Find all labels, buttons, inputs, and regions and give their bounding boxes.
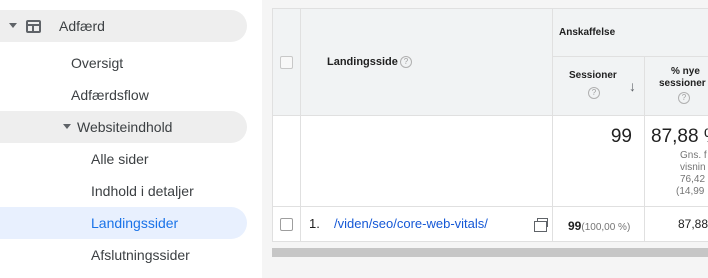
nav-item-behavior-flow[interactable]: Adfærdsflow — [0, 79, 247, 111]
header-sessions[interactable]: Sessioner ? ↓ — [553, 57, 645, 116]
table-row-sessions-cell: 99(100,00 %) — [553, 207, 645, 242]
header-landing-page-label: Landingsside — [327, 56, 398, 68]
nav-item-landing-pages-label: Landingssider — [91, 215, 179, 231]
row-sessions-pct: (100,00 %) — [581, 222, 631, 233]
row-checkbox[interactable] — [280, 218, 293, 231]
sidebar-nav: Adfærd Oversigt Adfærdsflow Websiteindho… — [0, 0, 262, 278]
nav-item-exit-pages-label: Afslutningssider — [91, 247, 190, 263]
header-new-sessions-label-2: sessioner — [659, 78, 706, 89]
summary-avg-line-4: (14,99 — [676, 186, 705, 197]
nav-item-all-pages-label: Alle sider — [91, 151, 149, 167]
header-sessions-label: Sessioner — [569, 70, 617, 81]
landing-pages-table: Landingsside ? Anskaffelse Sessioner ? ↓… — [272, 8, 708, 242]
summary-new-sessions-cell: 87,88 % Gns. f visnin 76,42 (14,99 — [645, 116, 708, 207]
report-content: Landingsside ? Anskaffelse Sessioner ? ↓… — [262, 0, 708, 278]
nav-item-overview-label: Oversigt — [71, 55, 124, 71]
nav-item-behavior-label: Adfærd — [59, 18, 105, 34]
header-group-acquisition-label: Anskaffelse — [559, 27, 616, 38]
nav-item-site-content-label: Websiteindhold — [77, 119, 173, 135]
summary-label-cell — [301, 116, 553, 207]
open-in-new-window-icon[interactable] — [534, 218, 548, 232]
help-icon[interactable]: ? — [400, 56, 412, 68]
row-index: 1. — [309, 216, 320, 231]
summary-sessions-value: 99 — [610, 126, 632, 147]
row-new-sessions-value: 87,88 — [678, 217, 708, 231]
summary-avg-line-3: 76,42 — [680, 174, 706, 185]
nav-item-all-pages[interactable]: Alle sider — [0, 143, 247, 175]
summary-avg-line-1: Gns. f — [680, 150, 707, 161]
window-icon — [26, 20, 41, 33]
nav-item-behavior[interactable]: Adfærd — [0, 10, 247, 42]
select-all-checkbox[interactable] — [280, 56, 293, 69]
header-landing-page[interactable]: Landingsside ? — [301, 8, 553, 116]
horizontal-scrollbar[interactable] — [272, 248, 708, 257]
nav-item-content-drilldown[interactable]: Indhold i detaljer — [0, 175, 247, 207]
landing-page-link[interactable]: /viden/seo/core-web-vitals/ — [334, 216, 488, 231]
nav-item-exit-pages[interactable]: Afslutningssider — [0, 239, 247, 271]
table-row: 1. /viden/seo/core-web-vitals/ — [301, 207, 553, 242]
sort-descending-icon[interactable]: ↓ — [629, 78, 636, 94]
nav-item-overview[interactable]: Oversigt — [0, 47, 247, 79]
help-icon[interactable]: ? — [588, 87, 600, 99]
table-row-new-sessions-cell: 87,88 — [645, 207, 708, 242]
summary-new-sessions-value: 87,88 % — [651, 126, 708, 147]
header-select-cell — [272, 8, 301, 116]
header-new-sessions-label-1: % nye — [671, 66, 700, 77]
row-sessions-value: 99 — [568, 219, 582, 233]
header-new-sessions[interactable]: % nye sessioner ? — [645, 57, 708, 116]
caret-down-icon — [9, 23, 17, 28]
table-row-select-cell — [272, 207, 301, 242]
caret-down-icon — [63, 124, 71, 129]
summary-sessions-cell: 99 — [553, 116, 645, 207]
header-group-acquisition: Anskaffelse — [553, 8, 708, 57]
nav-item-site-content[interactable]: Websiteindhold — [0, 111, 247, 143]
nav-item-content-drilldown-label: Indhold i detaljer — [91, 183, 194, 199]
nav-item-landing-pages[interactable]: Landingssider — [0, 207, 247, 239]
help-icon[interactable]: ? — [678, 92, 690, 104]
summary-avg-line-2: visnin — [680, 162, 706, 173]
summary-select-cell — [272, 116, 301, 207]
nav-item-behavior-flow-label: Adfærdsflow — [71, 87, 149, 103]
